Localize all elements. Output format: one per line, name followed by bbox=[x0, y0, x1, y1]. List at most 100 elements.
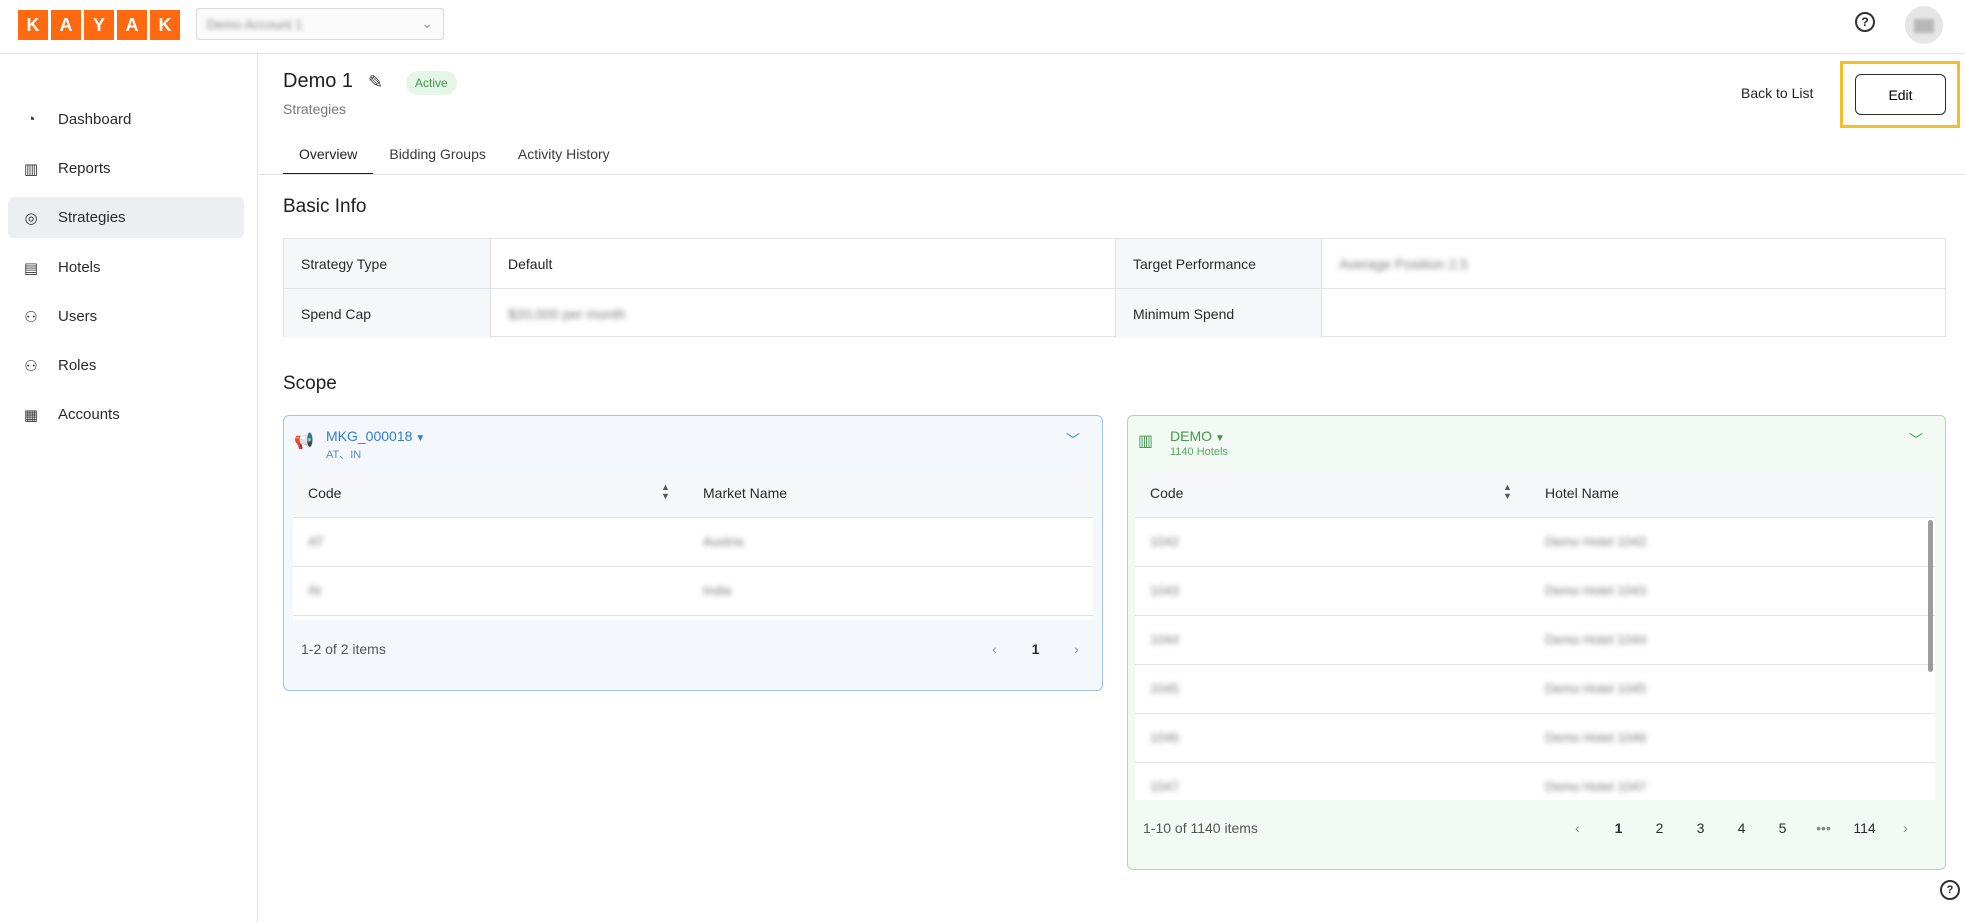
hotel-code: 1042 bbox=[1150, 534, 1179, 549]
spend-cap-cell: $20,000 per month bbox=[490, 289, 1115, 338]
hotel-name: Demo Hotel 1042 bbox=[1545, 534, 1647, 549]
hotel-code: 1043 bbox=[1150, 583, 1179, 598]
user-role-icon: ⚇ bbox=[24, 357, 38, 375]
column-code: Code bbox=[1150, 485, 1184, 501]
prev-page-icon[interactable]: ‹ bbox=[974, 641, 1015, 657]
basic-info-heading: Basic Info bbox=[283, 196, 367, 217]
top-bar: K A Y A K Demo Account 1 ⌄ ? bbox=[0, 0, 1965, 54]
tab-activity-history[interactable]: Activity History bbox=[502, 140, 626, 175]
table-header: Code ▲ ▼ Market Name bbox=[293, 470, 1093, 518]
sidebar-item-strategies[interactable]: ◎ Strategies bbox=[8, 197, 244, 238]
target-performance-label: Target Performance bbox=[1115, 239, 1321, 288]
edit-pencil-icon[interactable]: ✎ bbox=[368, 72, 383, 93]
hotel-code: 1046 bbox=[1150, 730, 1179, 745]
back-to-list-link[interactable]: Back to List bbox=[1741, 85, 1813, 101]
kayak-logo[interactable]: K A Y A K bbox=[18, 10, 180, 40]
caret-down-icon[interactable]: ▼ bbox=[415, 433, 425, 444]
table-scrollbar[interactable] bbox=[1928, 520, 1933, 672]
tabs-divider bbox=[258, 174, 1965, 175]
column-market-name: Market Name bbox=[703, 485, 788, 501]
page-number[interactable]: 1 bbox=[1598, 820, 1639, 836]
sidebar-item-label: Dashboard bbox=[58, 111, 132, 128]
collapse-chevron-icon[interactable]: ﹀ bbox=[1066, 430, 1080, 450]
breadcrumb[interactable]: Strategies bbox=[283, 101, 346, 117]
page-number[interactable]: 4 bbox=[1721, 820, 1762, 836]
caret-down-icon[interactable]: ▼ bbox=[1215, 433, 1225, 444]
info-row: Strategy Type Default Target Performance… bbox=[284, 239, 1945, 288]
help-float-icon[interactable]: ? bbox=[1940, 880, 1960, 900]
edit-button[interactable]: Edit bbox=[1855, 74, 1946, 115]
sort-icon[interactable]: ▲ ▼ bbox=[1503, 483, 1512, 501]
account-select-value: Demo Account 1 bbox=[207, 17, 303, 32]
spend-cap-label: Spend Cap bbox=[284, 289, 490, 338]
help-icon[interactable]: ? bbox=[1855, 12, 1875, 32]
avatar[interactable] bbox=[1905, 6, 1943, 44]
page-number[interactable]: 3 bbox=[1680, 820, 1721, 836]
sidebar-item-roles[interactable]: ⚇ Roles bbox=[8, 345, 244, 386]
tab-overview[interactable]: Overview bbox=[283, 140, 374, 175]
scope-heading: Scope bbox=[283, 373, 337, 394]
hotel-name: Demo Hotel 1045 bbox=[1545, 681, 1647, 696]
tab-bar: Overview Bidding Groups Activity History bbox=[283, 140, 626, 175]
target-performance-value: Average Position 2.5 bbox=[1339, 255, 1468, 272]
page-number[interactable]: 2 bbox=[1639, 820, 1680, 836]
minimum-spend-label: Minimum Spend bbox=[1115, 289, 1321, 338]
hotel-group-name[interactable]: DEMO ▼ bbox=[1170, 428, 1225, 444]
sidebar-item-dashboard[interactable]: ◔ Dashboard bbox=[8, 99, 244, 140]
basic-info-table: Strategy Type Default Target Performance… bbox=[283, 238, 1946, 338]
building-icon: ▥ bbox=[1138, 433, 1154, 450]
pagination: ‹ 1 › bbox=[974, 641, 1097, 657]
pagination-info: 1-2 of 2 items bbox=[301, 641, 386, 657]
logo-letter: A bbox=[117, 10, 147, 40]
target-performance-cell: Average Position 2.5 bbox=[1321, 239, 1945, 288]
market-scope-card: 📢 MKG_000018 ▼ AT、IN ﹀ Code ▲ ▼ Market Nam… bbox=[283, 415, 1103, 691]
minimum-spend-value bbox=[1321, 289, 1945, 338]
table-row: 1046 Demo Hotel 1046 bbox=[1135, 714, 1935, 763]
spend-cap-value: $20,000 per month bbox=[508, 305, 626, 322]
table-header: Code ▲ ▼ Hotel Name bbox=[1135, 470, 1935, 518]
hotel-name: Demo Hotel 1044 bbox=[1545, 632, 1647, 647]
market-code: AT bbox=[308, 534, 324, 549]
accounts-icon: ▦ bbox=[23, 406, 39, 424]
sidebar-item-label: Accounts bbox=[58, 406, 120, 423]
market-group-name[interactable]: MKG_000018 ▼ bbox=[326, 428, 425, 444]
next-page-icon[interactable]: › bbox=[1056, 641, 1097, 657]
column-hotel-name: Hotel Name bbox=[1545, 485, 1619, 501]
page-number[interactable]: 1 bbox=[1015, 641, 1056, 657]
collapse-chevron-icon[interactable]: ﹀ bbox=[1909, 430, 1923, 450]
strategy-type-value: Default bbox=[490, 239, 1115, 288]
sidebar-item-hotels[interactable]: ▤ Hotels bbox=[8, 247, 244, 288]
sidebar-item-label: Users bbox=[58, 308, 98, 325]
hotel-code: 1045 bbox=[1150, 681, 1179, 696]
table-row: 1047 Demo Hotel 1047 bbox=[1135, 763, 1935, 800]
bar-chart-icon: ▥ bbox=[23, 160, 39, 178]
sidebar-item-users[interactable]: ⚇ Users bbox=[8, 296, 244, 337]
sort-icon[interactable]: ▲ ▼ bbox=[661, 483, 670, 501]
market-table: Code ▲ ▼ Market Name AT Austria IN India bbox=[293, 470, 1093, 620]
table-row: 1043 Demo Hotel 1043 bbox=[1135, 567, 1935, 616]
hotel-scope-card: ▥ DEMO ▼ 1140 Hotels ﹀ Code ▲ ▼ Hotel Name… bbox=[1127, 415, 1946, 870]
hotel-name: Demo Hotel 1046 bbox=[1545, 730, 1647, 745]
hotel-code: 1047 bbox=[1150, 779, 1179, 794]
strategy-type-label: Strategy Type bbox=[284, 239, 490, 288]
table-row: 1042 Demo Hotel 1042 bbox=[1135, 518, 1935, 567]
account-select[interactable]: Demo Account 1 ⌄ bbox=[196, 8, 444, 40]
table-row: 1045 Demo Hotel 1045 bbox=[1135, 665, 1935, 714]
tab-bidding-groups[interactable]: Bidding Groups bbox=[373, 140, 502, 175]
sidebar-item-label: Reports bbox=[58, 160, 111, 177]
table-row: AT Austria bbox=[293, 518, 1093, 567]
sidebar-item-label: Roles bbox=[58, 357, 97, 374]
sidebar-item-accounts[interactable]: ▦ Accounts bbox=[8, 394, 244, 435]
page-number[interactable]: 5 bbox=[1762, 820, 1803, 836]
table-row: 1044 Demo Hotel 1044 bbox=[1135, 616, 1935, 665]
hotel-group-label: DEMO bbox=[1170, 428, 1212, 444]
sidebar-item-reports[interactable]: ▥ Reports bbox=[8, 148, 244, 189]
prev-page-icon[interactable]: ‹ bbox=[1557, 820, 1598, 836]
next-page-icon[interactable]: › bbox=[1885, 820, 1926, 836]
market-group-label: MKG_000018 bbox=[326, 428, 413, 444]
more-pages-icon[interactable]: ••• bbox=[1803, 820, 1844, 836]
market-code: IN bbox=[308, 583, 321, 598]
page-number[interactable]: 114 bbox=[1844, 820, 1885, 836]
table-row: IN India bbox=[293, 567, 1093, 616]
hotel-table: Code ▲ ▼ Hotel Name 1042 Demo Hotel 1042 … bbox=[1135, 470, 1935, 800]
